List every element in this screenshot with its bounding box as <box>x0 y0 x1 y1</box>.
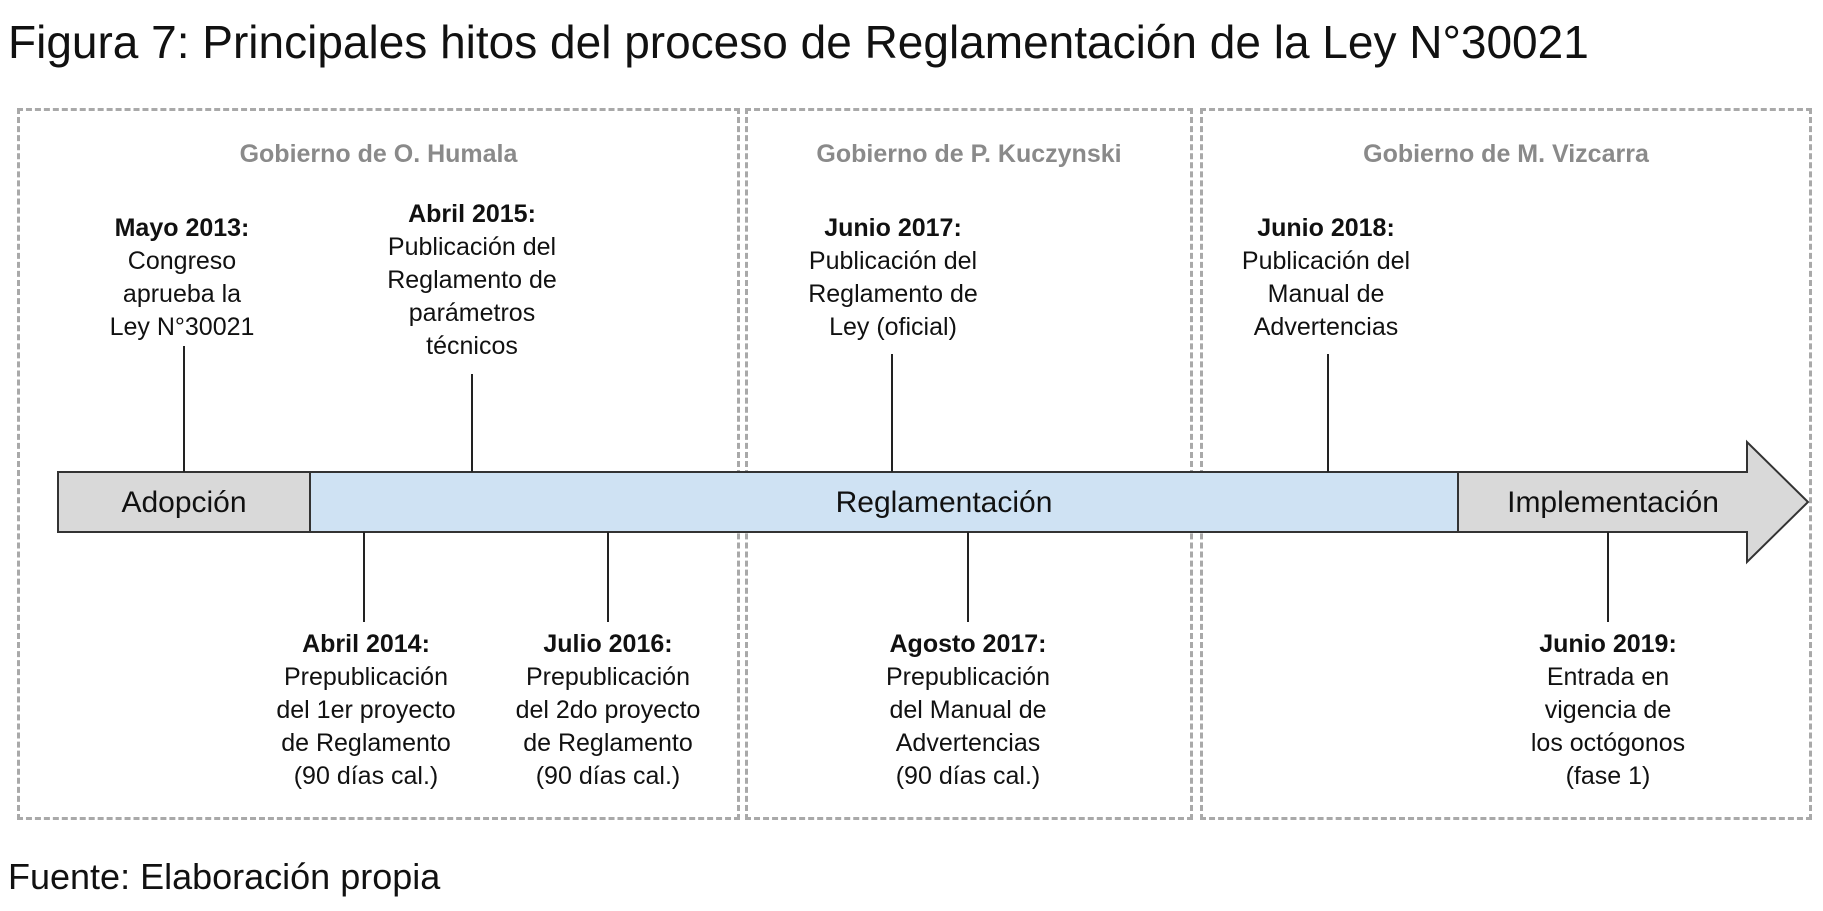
milestone-agosto-2017: Agosto 2017: Prepublicación del Manual d… <box>848 628 1088 793</box>
figure-source: Fuente: Elaboración propia <box>8 856 441 897</box>
milestone-stem <box>1327 354 1329 472</box>
milestone-date: Abril 2014: <box>302 630 430 658</box>
phase-adopcion-label: Adopción <box>121 486 246 519</box>
milestone-abril-2014: Abril 2014: Prepublicación del 1er proye… <box>246 628 486 793</box>
milestone-date: Junio 2019: <box>1539 630 1677 658</box>
milestone-mayo-2013: Mayo 2013: Congreso aprueba la Ley N°300… <box>82 212 282 344</box>
milestone-description: Publicación del Reglamento de Ley (ofici… <box>808 247 978 341</box>
milestone-description: Entrada en vigencia de los octógonos (fa… <box>1530 663 1686 790</box>
phase-reglamentacion-label: Reglamentación <box>836 486 1053 519</box>
milestone-description: Prepublicación del 2do proyecto de Regla… <box>515 663 701 790</box>
milestone-date: Agosto 2017: <box>889 630 1047 658</box>
milestone-junio-2019: Junio 2019: Entrada en vigencia de los o… <box>1488 628 1728 793</box>
milestone-description: Congreso aprueba la Ley N°30021 <box>109 247 255 341</box>
milestone-description: Publicación del Manual de Advertencias <box>1241 247 1411 341</box>
milestone-description: Prepublicación del Manual de Advertencia… <box>886 663 1050 790</box>
milestone-stem <box>967 532 969 622</box>
milestone-stem <box>891 354 893 472</box>
milestone-stem <box>183 346 185 472</box>
milestone-junio-2017: Junio 2017: Publicación del Reglamento d… <box>768 212 1018 344</box>
milestone-stem <box>1607 532 1609 622</box>
milestone-description: Publicación del Reglamento de parámetros… <box>387 233 557 360</box>
milestone-date: Mayo 2013: <box>114 214 250 242</box>
phase-implementacion-label: Implementación <box>1507 486 1719 519</box>
milestone-date: Abril 2015: <box>408 200 536 228</box>
milestone-stem <box>363 532 365 622</box>
milestone-junio-2018: Junio 2018: Publicación del Manual de Ad… <box>1206 212 1446 344</box>
milestone-abril-2015: Abril 2015: Publicación del Reglamento d… <box>352 198 592 363</box>
milestone-date: Junio 2018: <box>1257 214 1395 242</box>
milestone-julio-2016: Julio 2016: Prepublicación del 2do proye… <box>488 628 728 793</box>
milestone-description: Prepublicación del 1er proyecto de Regla… <box>276 663 456 790</box>
milestone-stem <box>607 532 609 622</box>
milestone-date: Junio 2017: <box>824 214 962 242</box>
milestone-stem <box>471 374 473 472</box>
milestone-date: Julio 2016: <box>543 630 673 658</box>
